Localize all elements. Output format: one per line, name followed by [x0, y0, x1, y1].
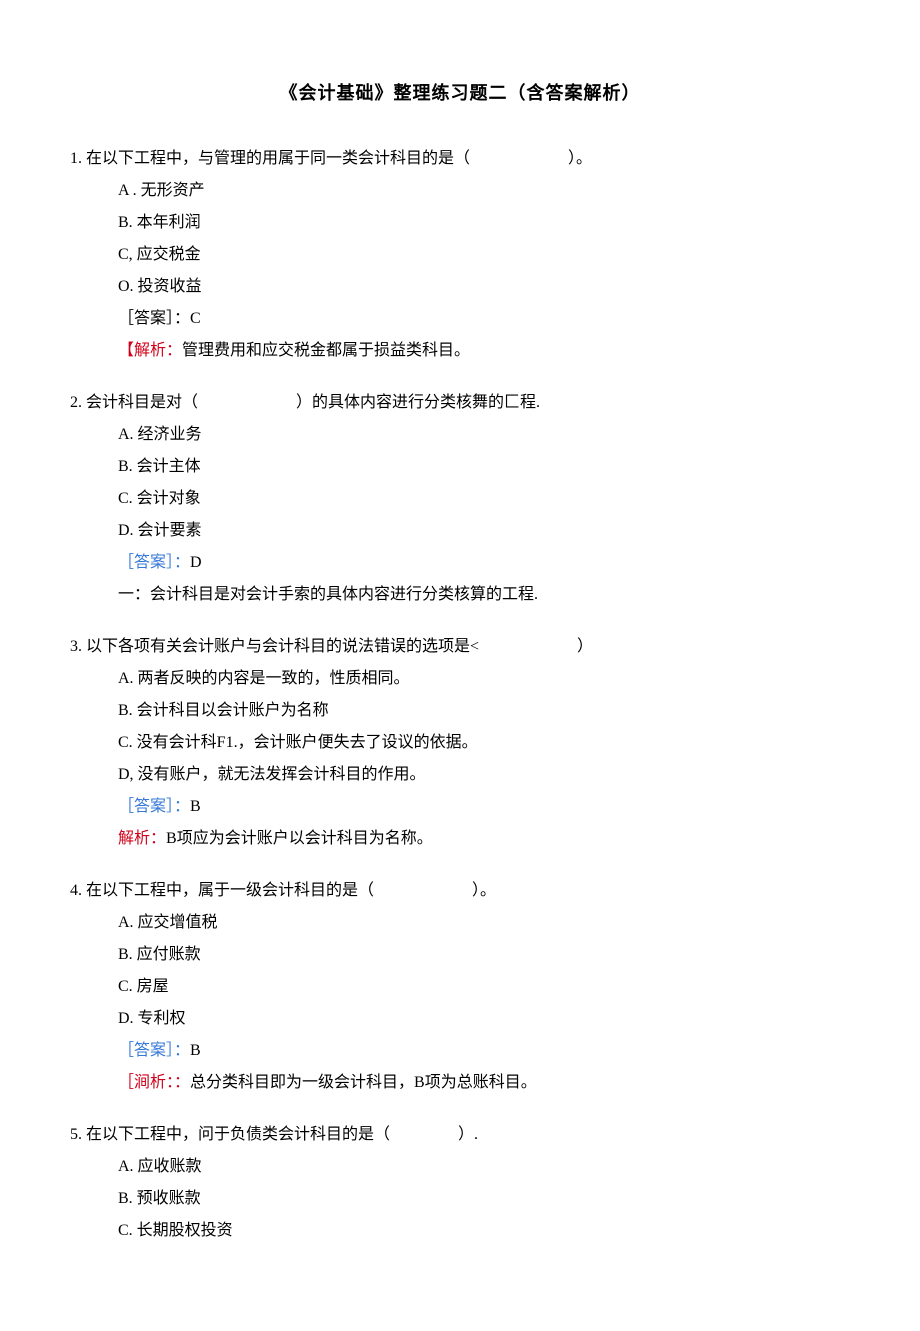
stem-before: 会计科目是对（ [86, 394, 198, 411]
option-b: B. 本年利润 [118, 211, 850, 235]
option-c: C. 没有会计科F1.，会计账户便失去了设议的依据。 [118, 731, 850, 755]
answer-value: B [190, 798, 201, 815]
analysis-text: 管理费用和应交税金都属于损益类科目。 [182, 342, 470, 359]
answer-label: ［答案］： [118, 1042, 190, 1059]
option-a: A. 应收账款 [118, 1155, 850, 1179]
analysis-line: 【解析：管理费用和应交税金都属于损益类科目。 [118, 339, 850, 363]
stem-before: 在以下工程中，问于负债类会计科目的是（ [86, 1126, 390, 1143]
answer-line: ［答案］：D [118, 551, 850, 575]
question-number: 4. [70, 882, 82, 899]
option-b: B. 会计科目以会计账户为名称 [118, 699, 850, 723]
option-c: C. 会计对象 [118, 487, 850, 511]
question-5: 5. 在以下工程中，问于负债类会计科目的是（ ）. A. 应收账款 B. 预收账… [70, 1123, 850, 1243]
option-b: B. 会计主体 [118, 455, 850, 479]
answer-value: D [190, 554, 202, 571]
analysis-line: 解析：B项应为会计账户以会计科目为名称。 [118, 827, 850, 851]
option-c: C. 长期股权投资 [118, 1219, 850, 1243]
question-number: 2. [70, 394, 82, 411]
answer-line: ［答案］：B [118, 1039, 850, 1063]
answer-label: ［答案］： [118, 798, 190, 815]
stem-after: ）的具体内容进行分类核舞的匚程. [296, 394, 540, 411]
option-c: C. 房屋 [118, 975, 850, 999]
question-number: 1. [70, 150, 82, 167]
stem-after: ） [577, 638, 593, 655]
analysis-text: 会计科目是对会计手索的具体内容进行分类核算的工程. [150, 586, 538, 603]
option-a: A. 经济业务 [118, 423, 850, 447]
answer-value: B [190, 1042, 201, 1059]
option-b: B. 应付账款 [118, 943, 850, 967]
question-4: 4. 在以下工程中，属于一级会计科目的是（ ）。 A. 应交增值税 B. 应付账… [70, 879, 850, 1095]
answer-line: ［答案］：C [118, 307, 850, 331]
analysis-text: B项应为会计账户以会计科目为名称。 [166, 830, 433, 847]
document-title: 《会计基础》整理练习题二（含答案解析） [70, 80, 850, 107]
answer-value: C [190, 310, 201, 327]
question-2: 2. 会计科目是对（ ）的具体内容进行分类核舞的匚程. A. 经济业务 B. 会… [70, 391, 850, 607]
option-d: O. 投资收益 [118, 275, 850, 299]
question-number: 3. [70, 638, 82, 655]
option-c: C, 应交税金 [118, 243, 850, 267]
question-stem: 3. 以下各项有关会计账户与会计科目的说法错误的选项是< ） [70, 635, 850, 659]
analysis-label: 解析： [118, 830, 166, 847]
question-1: 1. 在以下工程中，与管理的用属于同一类会计科目的是（ ）。 A . 无形资产 … [70, 147, 850, 363]
analysis-label: 一： [118, 586, 150, 603]
question-stem: 2. 会计科目是对（ ）的具体内容进行分类核舞的匚程. [70, 391, 850, 415]
option-a: A . 无形资产 [118, 179, 850, 203]
question-number: 5. [70, 1126, 82, 1143]
option-a: A. 应交增值税 [118, 911, 850, 935]
stem-before: 以下各项有关会计账户与会计科目的说法错误的选项是< [86, 638, 479, 655]
question-stem: 4. 在以下工程中，属于一级会计科目的是（ ）。 [70, 879, 850, 903]
analysis-line: ［涧析：：总分类科目即为一级会计科目，B项为总账科目。 [118, 1071, 850, 1095]
option-b: B. 预收账款 [118, 1187, 850, 1211]
stem-before: 在以下工程中，属于一级会计科目的是（ [86, 882, 374, 899]
option-d: D. 会计要素 [118, 519, 850, 543]
stem-before: 在以下工程中，与管理的用属于同一类会计科目的是（ [86, 150, 470, 167]
analysis-line: 一：会计科目是对会计手索的具体内容进行分类核算的工程. [118, 583, 850, 607]
stem-after: ）. [458, 1126, 478, 1143]
option-d: D, 没有账户，就无法发挥会计科目的作用。 [118, 763, 850, 787]
question-stem: 5. 在以下工程中，问于负债类会计科目的是（ ）. [70, 1123, 850, 1147]
analysis-label: ［涧析：： [118, 1074, 190, 1091]
document-page: 《会计基础》整理练习题二（含答案解析） 1. 在以下工程中，与管理的用属于同一类… [0, 0, 920, 1331]
analysis-text: 总分类科目即为一级会计科目，B项为总账科目。 [190, 1074, 537, 1091]
answer-label: ［答案］： [118, 554, 190, 571]
stem-after: ）。 [472, 882, 496, 899]
stem-after: ）。 [568, 150, 592, 167]
answer-line: ［答案］：B [118, 795, 850, 819]
question-3: 3. 以下各项有关会计账户与会计科目的说法错误的选项是< ） A. 两者反映的内… [70, 635, 850, 851]
question-stem: 1. 在以下工程中，与管理的用属于同一类会计科目的是（ ）。 [70, 147, 850, 171]
analysis-label: 【解析： [118, 342, 182, 359]
option-d: D. 专利权 [118, 1007, 850, 1031]
option-a: A. 两者反映的内容是一致的，性质相同。 [118, 667, 850, 691]
answer-label: ［答案］： [118, 310, 190, 327]
